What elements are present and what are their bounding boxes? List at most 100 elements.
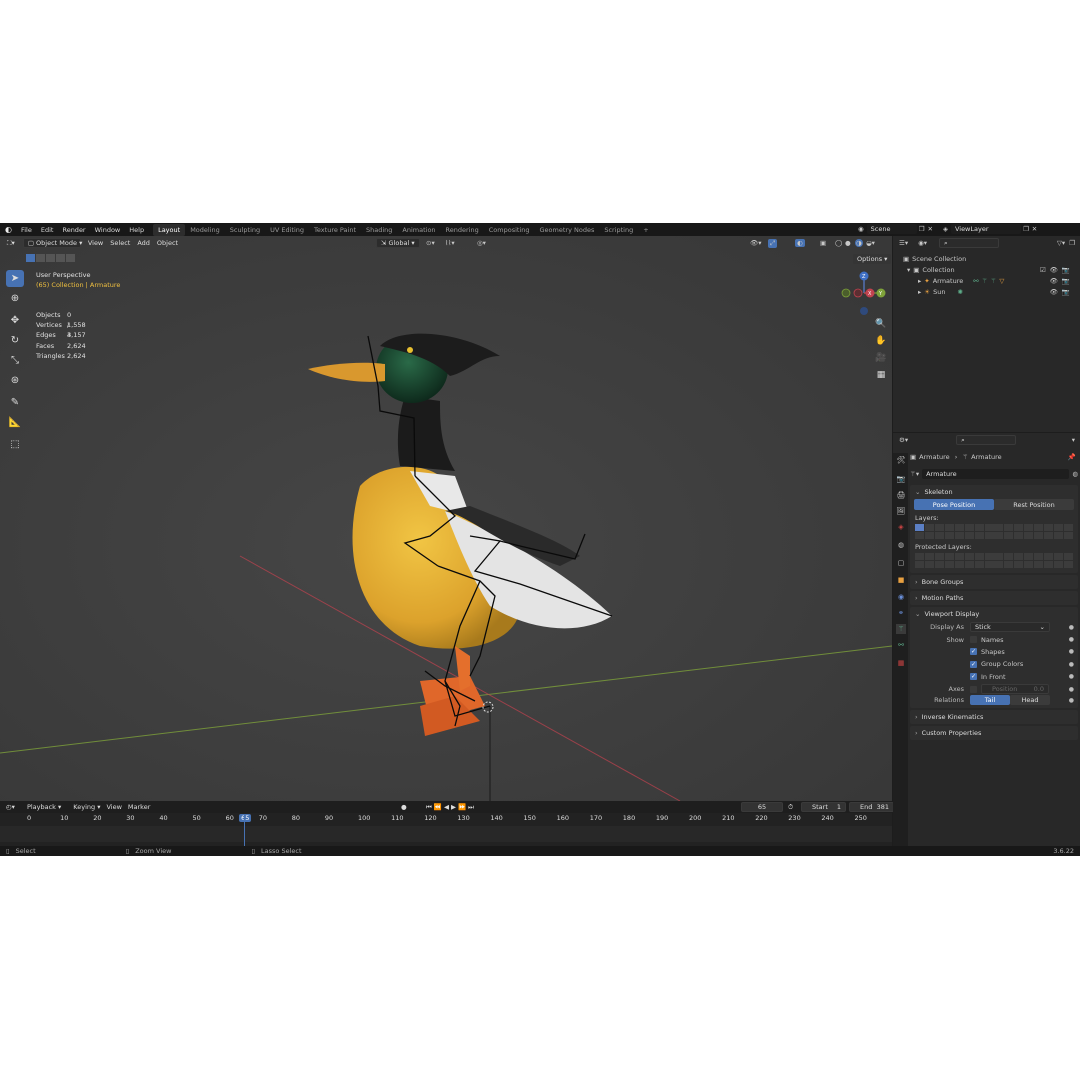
keyframe-dot-icon[interactable]: ● <box>1069 624 1074 631</box>
select-intersect-icon[interactable] <box>66 254 75 262</box>
menu-view[interactable]: View <box>106 803 121 811</box>
visibility-toggles[interactable]: 👁📷 <box>1050 288 1074 296</box>
keyframe-dot-icon[interactable]: ● <box>1069 648 1074 655</box>
snap-icon[interactable]: ⌇⌇▾ <box>445 239 455 247</box>
display-as-dropdown[interactable]: Stick ⌄ <box>970 622 1050 633</box>
transform-tool-icon[interactable]: ⊛ <box>6 372 24 389</box>
keyframe-dot-icon[interactable]: ● <box>1069 697 1074 704</box>
tab-rendering[interactable]: Rendering <box>441 224 484 236</box>
blender-logo-icon[interactable]: ◐ <box>5 225 12 234</box>
protected-layer-grid[interactable] <box>994 553 1073 568</box>
armature-name-field[interactable]: Armature <box>922 469 1070 479</box>
scale-tool-icon[interactable]: ⤡ <box>6 352 24 369</box>
stopwatch-icon[interactable]: ⏱ <box>788 803 793 812</box>
add-cube-tool-icon[interactable]: ⬚ <box>6 436 24 453</box>
gizmo-toggle-icon[interactable]: ⤢ <box>768 238 778 248</box>
axes-position-field[interactable]: Position 0.0 <box>981 684 1049 695</box>
render-tab-icon[interactable]: 📷 <box>896 474 906 484</box>
menu-object[interactable]: Object <box>157 239 178 247</box>
tab-scripting[interactable]: Scripting <box>599 224 638 236</box>
options-icon[interactable]: ▾ <box>1072 436 1075 444</box>
menu-select[interactable]: Select <box>110 239 130 247</box>
pan-hand-icon[interactable]: ✋ <box>874 334 888 348</box>
scene-collection-row[interactable]: ▣ Scene Collection <box>893 253 1080 264</box>
menu-add[interactable]: Add <box>137 239 150 247</box>
pivot-icon[interactable]: ⊙▾ <box>426 239 435 247</box>
copy-icon[interactable]: ❐ <box>919 225 925 233</box>
grid-icon[interactable]: ▦ <box>874 368 888 382</box>
clock-icon[interactable]: ◴▾ <box>6 803 15 811</box>
expand-arrow-icon[interactable]: ▸ <box>918 288 921 296</box>
menu-playback[interactable]: Playback ▾ <box>21 803 61 811</box>
filter-icon[interactable]: ▽▾ <box>1057 239 1065 247</box>
proportional-edit-icon[interactable]: ◎▾ <box>477 239 486 247</box>
group-colors-checkbox[interactable]: ✓ <box>970 660 977 668</box>
shapes-checkbox[interactable]: ✓ <box>970 648 977 656</box>
view-layer-tab-icon[interactable]: 🖼 <box>896 506 906 516</box>
overlays-toggle-icon[interactable]: ◐ <box>795 239 805 247</box>
constraints-tab-icon[interactable]: ⚭ <box>896 608 906 618</box>
visibility-toggles[interactable]: ☑👁📷 <box>1040 266 1074 274</box>
options-dropdown[interactable]: Options ▾ <box>853 254 892 264</box>
measure-tool-icon[interactable]: 📐 <box>6 414 24 431</box>
menu-view[interactable]: View <box>88 239 103 247</box>
properties-search-input[interactable]: ⌕ <box>956 435 1017 445</box>
tab-compositing[interactable]: Compositing <box>484 224 535 236</box>
select-new-icon[interactable] <box>26 254 35 262</box>
inverse-kinematics-header[interactable]: › Inverse Kinematics <box>910 710 1078 724</box>
select-box-tool-icon[interactable]: ➤ <box>6 270 24 287</box>
move-tool-icon[interactable]: ✥ <box>6 312 24 329</box>
collection-tab-icon[interactable]: ▢ <box>896 558 906 568</box>
editor-type-icon[interactable]: ☰▾ <box>899 239 908 247</box>
motion-paths-header[interactable]: › Motion Paths <box>910 591 1078 605</box>
texture-tab-icon[interactable]: ▦ <box>896 658 906 668</box>
copy-icon[interactable]: ❐ <box>1023 225 1029 233</box>
select-subtract-icon[interactable] <box>46 254 55 262</box>
keyframe-dot-icon[interactable]: ● <box>1069 686 1074 693</box>
tab-texture-paint[interactable]: Texture Paint <box>309 224 361 236</box>
cursor-tool-icon[interactable]: ⊕ <box>6 290 24 307</box>
camera-icon[interactable]: 🎥 <box>874 351 888 365</box>
layer-grid[interactable] <box>994 524 1073 539</box>
object-tab-icon[interactable]: ■ <box>896 575 906 585</box>
viewport-display-header[interactable]: ⌄ Viewport Display <box>910 607 1078 621</box>
tab-animation[interactable]: Animation <box>397 224 440 236</box>
tab-layout[interactable]: Layout <box>153 223 186 236</box>
new-collection-icon[interactable]: ❐ <box>1069 239 1075 247</box>
editor-type-icon[interactable]: ⚙▾ <box>899 436 908 444</box>
tab-uv-editing[interactable]: UV Editing <box>265 224 309 236</box>
menu-window[interactable]: Window <box>95 226 121 234</box>
custom-properties-header[interactable]: › Custom Properties <box>910 726 1078 740</box>
tab-sculpting[interactable]: Sculpting <box>225 224 265 236</box>
3d-viewport[interactable]: Z X Y ⛶▾ ▢ Object Mode ▾ View Select Add… <box>0 236 892 801</box>
scene-selector[interactable]: Scene <box>866 224 917 234</box>
select-difference-icon[interactable] <box>56 254 65 262</box>
rotate-tool-icon[interactable]: ↻ <box>6 332 24 349</box>
axes-checkbox[interactable] <box>970 685 977 693</box>
keyframe-dot-icon[interactable]: ● <box>1069 661 1074 668</box>
bone-tab-icon[interactable]: ⚯ <box>896 640 906 650</box>
menu-render[interactable]: Render <box>62 226 85 234</box>
in-front-checkbox[interactable]: ✓ <box>970 673 977 681</box>
protected-layer-grid[interactable] <box>915 553 994 568</box>
outliner-search-input[interactable]: ⌕ <box>939 238 1000 248</box>
frame-ruler[interactable]: 0 10 20 30 40 50 60 65 70 80 90 100 110 120 130 140 150 1… <box>0 814 892 824</box>
delete-icon[interactable]: ✕ <box>1032 225 1037 233</box>
tab-modeling[interactable]: Modeling <box>185 224 225 236</box>
end-frame-field[interactable]: End 381 <box>849 802 894 812</box>
outliner-item-armature[interactable]: ▸ ✦ Armature ⚯⚚⚚▽ 👁📷 <box>893 275 1080 286</box>
start-frame-field[interactable]: Start 1 <box>801 802 846 812</box>
outliner-item-sun[interactable]: ▸ ☀ Sun ✺ 👁📷 <box>893 286 1080 297</box>
keyframe-dot-icon[interactable]: ● <box>1069 673 1074 680</box>
shading-solid-icon[interactable]: ● <box>845 239 851 247</box>
menu-edit[interactable]: Edit <box>41 226 54 234</box>
bone-groups-header[interactable]: › Bone Groups <box>910 575 1078 589</box>
menu-help[interactable]: Help <box>129 226 144 234</box>
xray-icon[interactable]: ▣ <box>820 239 826 247</box>
head-button[interactable]: Head <box>1010 695 1050 706</box>
select-extend-icon[interactable] <box>36 254 45 262</box>
tab-shading[interactable]: Shading <box>361 224 397 236</box>
menu-keying[interactable]: Keying ▾ <box>67 803 100 811</box>
menu-file[interactable]: File <box>21 226 32 234</box>
tail-button[interactable]: Tail <box>970 695 1010 706</box>
